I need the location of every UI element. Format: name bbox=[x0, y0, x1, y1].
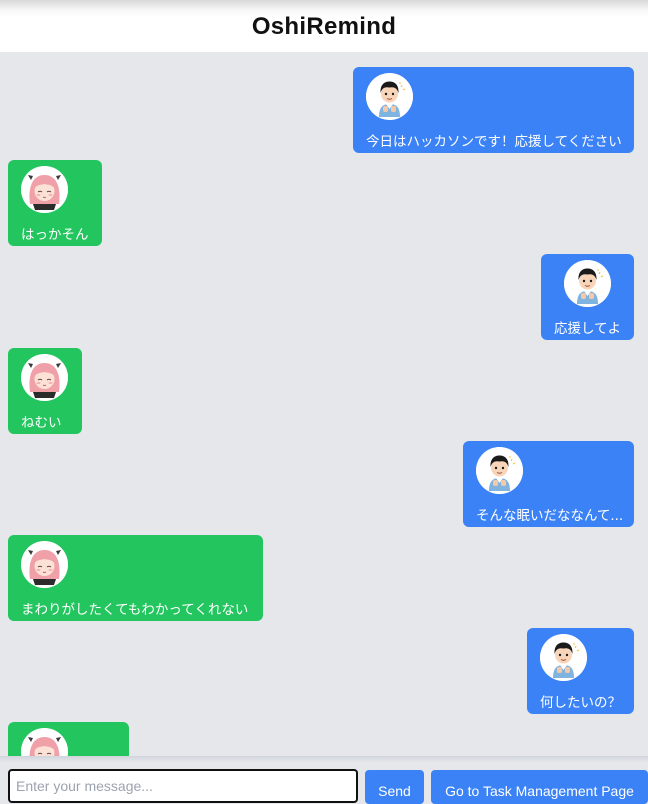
boy-avatar-icon bbox=[540, 634, 587, 681]
boy-avatar-icon bbox=[564, 260, 611, 307]
message-text: 今日はハッカソンです！応援してください bbox=[366, 134, 622, 150]
message-user: 応援してよ bbox=[541, 254, 634, 340]
composer-bar: Send Go to Task Management Page bbox=[0, 756, 648, 804]
message-text: そんな眠いだななんて... bbox=[476, 508, 624, 524]
message-text: 応援してよ bbox=[554, 321, 622, 337]
chat-area[interactable]: 今日はハッカソンです！応援してください はっかそん 応援してよ ねむい そんな眠… bbox=[0, 52, 648, 756]
message-oshi: ねむい bbox=[8, 348, 82, 434]
app-header: OshiRemind bbox=[0, 0, 648, 52]
message-oshi: はっかそん bbox=[8, 160, 102, 246]
app-title: OshiRemind bbox=[251, 13, 397, 40]
send-button[interactable]: Send bbox=[365, 770, 424, 804]
message-text: 何したいの？ bbox=[540, 695, 621, 711]
pink-hair-girl-avatar-icon bbox=[21, 541, 68, 588]
message-text: はっかそん bbox=[21, 227, 89, 243]
pink-hair-girl-avatar-icon bbox=[21, 728, 68, 756]
message-oshi: まわりがしたくてもわかってくれない bbox=[8, 535, 263, 621]
message-text: まわりがしたくてもわかってくれない bbox=[21, 602, 249, 618]
message-user: 何したいの？ bbox=[527, 628, 634, 714]
message-input[interactable] bbox=[8, 769, 358, 803]
task-management-button[interactable]: Go to Task Management Page bbox=[431, 770, 648, 804]
boy-avatar-icon bbox=[476, 447, 523, 494]
message-oshi bbox=[8, 722, 129, 756]
message-user: そんな眠いだななんて... bbox=[463, 441, 634, 527]
boy-avatar-icon bbox=[366, 73, 413, 120]
message-text: ねむい bbox=[21, 415, 62, 431]
message-user: 今日はハッカソンです！応援してください bbox=[353, 67, 634, 153]
pink-hair-girl-avatar-icon bbox=[21, 166, 68, 213]
pink-hair-girl-avatar-icon bbox=[21, 354, 68, 401]
